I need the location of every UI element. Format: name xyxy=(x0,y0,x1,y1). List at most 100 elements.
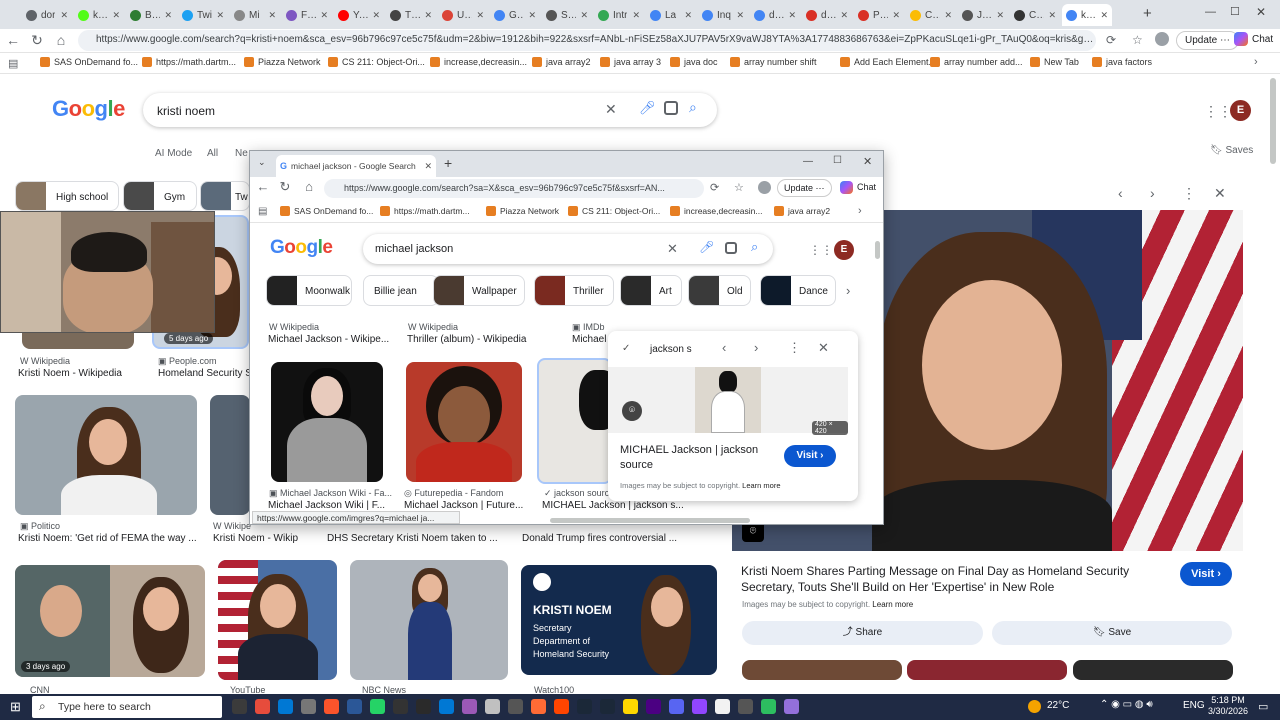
browser-tab[interactable]: Twi ✕ xyxy=(178,4,228,26)
next-icon[interactable]: › xyxy=(754,340,758,355)
close-tab-icon[interactable]: ✕ xyxy=(424,161,432,172)
search-icon[interactable]: ⌕ xyxy=(751,239,758,255)
bookmarks-more-icon[interactable]: › xyxy=(858,205,862,217)
filter-more[interactable]: Ne xyxy=(235,148,248,159)
bookmark-item[interactable]: https://math.dartm... xyxy=(142,57,236,67)
taskbar-app-icon[interactable] xyxy=(255,699,270,714)
search-box[interactable]: kristi noem ✕ 🎤︎ ⌕ xyxy=(143,93,717,127)
next-icon[interactable]: › xyxy=(1150,185,1155,201)
clock-date[interactable]: 3/30/2026 xyxy=(1205,706,1251,716)
browser-tab[interactable]: You ✕ xyxy=(334,4,384,26)
browser-tab[interactable]: Inq ✕ xyxy=(698,4,748,26)
inner-search-box[interactable]: michael jackson ✕ 🎤︎ ⌕ xyxy=(363,234,773,264)
account-avatar[interactable]: E xyxy=(1230,100,1251,121)
prev-icon[interactable]: ‹ xyxy=(722,340,726,355)
bookmark-item[interactable]: SAS OnDemand fo... xyxy=(40,57,138,67)
lens-icon[interactable]: ⌾ xyxy=(622,401,642,421)
chip-wallpaper[interactable]: Wallpaper xyxy=(433,275,525,306)
bookmark-item[interactable]: https://math.dartm... xyxy=(380,206,470,216)
close-tab-icon[interactable]: ✕ xyxy=(840,10,848,21)
bookmarks-more-icon[interactable]: › xyxy=(1254,56,1258,68)
browser-tab[interactable]: Proj✕ xyxy=(854,4,904,26)
browser-tab[interactable]: kick✕ xyxy=(74,4,124,26)
taskbar-app-icon[interactable] xyxy=(485,699,500,714)
browser-tab[interactable]: Cut ✕ xyxy=(906,4,956,26)
update-button[interactable]: Update ⋯ xyxy=(1176,31,1240,50)
popup-title[interactable]: MICHAEL Jackson | jackson source xyxy=(620,443,780,473)
horizontal-scrollbar[interactable] xyxy=(550,518,750,523)
taskbar-app-icon[interactable] xyxy=(301,699,316,714)
bookmark-item[interactable]: increase,decreasin... xyxy=(670,206,762,216)
close-icon[interactable]: ✕ xyxy=(1214,185,1226,202)
close-tab-icon[interactable]: ✕ xyxy=(424,10,432,21)
close-tab-icon[interactable]: ✕ xyxy=(736,10,744,21)
bookmark-item[interactable]: increase,decreasin... xyxy=(430,57,527,67)
taskbar-app-icon[interactable] xyxy=(324,699,339,714)
taskbar-app-icon[interactable] xyxy=(393,699,408,714)
taskbar-app-icon[interactable] xyxy=(715,699,730,714)
result-image-selected[interactable] xyxy=(537,358,612,484)
taskbar-app-icon[interactable] xyxy=(416,699,431,714)
browser-tab[interactable]: defi ✕ xyxy=(750,4,800,26)
close-tab-icon[interactable]: ✕ xyxy=(164,10,172,21)
bookmark-item[interactable]: array number add... xyxy=(930,57,1023,67)
language-indicator[interactable]: ENG xyxy=(1183,700,1205,711)
home-icon[interactable]: ⌂ xyxy=(52,32,70,48)
bookmark-menu-icon[interactable]: ▤ xyxy=(258,206,267,217)
bookmark-item[interactable]: CS 211: Object-Ori... xyxy=(328,57,425,67)
update-button[interactable]: Update ⋯ xyxy=(777,179,832,197)
chip-tw[interactable]: Tw xyxy=(200,181,250,211)
bookmark-item[interactable]: array number shift xyxy=(730,57,817,67)
taskbar-app-icon[interactable] xyxy=(600,699,615,714)
save-button[interactable]: 🔖︎ Save xyxy=(992,621,1232,645)
address-bar[interactable]: https://www.google.com/search?q=kristi+n… xyxy=(78,30,1096,51)
tab-list-icon[interactable]: ⌄ xyxy=(258,157,266,168)
back-icon[interactable]: ← xyxy=(4,32,22,48)
browser-tab[interactable]: The✕ xyxy=(386,4,436,26)
saves-link[interactable]: 🔖︎ Saves xyxy=(1210,145,1253,156)
taskbar-app-icon[interactable] xyxy=(462,699,477,714)
minimize-button[interactable]: — xyxy=(1205,6,1216,18)
close-tab-icon[interactable]: ✕ xyxy=(216,10,224,21)
close-tab-icon[interactable]: ✕ xyxy=(996,10,1004,21)
close-tab-icon[interactable]: ✕ xyxy=(268,10,276,21)
related-image[interactable] xyxy=(1073,660,1233,680)
preview-title[interactable]: Kristi Noem Shares Parting Message on Fi… xyxy=(741,563,1151,595)
chip-dance[interactable]: Dance xyxy=(760,275,836,306)
bookmark-item[interactable]: java factors xyxy=(1092,57,1152,67)
maximize-button[interactable]: ☐ xyxy=(833,155,842,166)
bookmark-item[interactable]: java doc xyxy=(670,57,718,67)
taskbar-app-icon[interactable] xyxy=(738,699,753,714)
reload-icon[interactable]: ↻ xyxy=(28,32,46,49)
copilot-icon[interactable] xyxy=(1234,32,1248,46)
chat-button[interactable]: Chat xyxy=(857,182,876,192)
bookmark-menu-icon[interactable]: ▤ xyxy=(8,57,18,70)
chips-next-icon[interactable]: › xyxy=(846,283,850,298)
vertical-scrollbar[interactable] xyxy=(875,241,880,259)
back-icon[interactable]: ← xyxy=(254,179,272,194)
filter-all[interactable]: All xyxy=(207,148,218,159)
taskbar-app-icon[interactable] xyxy=(669,699,684,714)
result-title[interactable]: DHS Secretary Kristi Noem taken to ... xyxy=(327,533,498,544)
result-image[interactable]: 3 days ago xyxy=(15,565,205,677)
learn-more-link[interactable]: Learn more xyxy=(742,481,780,490)
google-logo[interactable]: Google xyxy=(52,96,125,122)
close-tab-icon[interactable]: ✕ xyxy=(372,10,380,21)
result-title[interactable]: Michael Jackson | Future... xyxy=(404,500,523,511)
profile-avatar[interactable] xyxy=(1155,32,1169,46)
profile-avatar[interactable] xyxy=(758,181,771,194)
bookmark-item[interactable]: CS 211: Object-Ori... xyxy=(568,206,660,216)
chip-art[interactable]: Art xyxy=(620,275,682,306)
inner-tab[interactable]: G michael jackson - Google Search ✕ xyxy=(276,155,436,177)
browser-tab[interactable]: Spe✕ xyxy=(542,4,592,26)
search-query[interactable]: michael jackson xyxy=(375,243,453,255)
taskbar-app-icon[interactable] xyxy=(554,699,569,714)
close-tab-icon[interactable]: ✕ xyxy=(528,10,536,21)
google-logo[interactable]: Google xyxy=(270,237,333,259)
favorites-icon[interactable]: ☆ xyxy=(734,181,744,194)
result-title[interactable]: Thriller (album) - Wikipedia xyxy=(407,334,526,345)
browser-tab[interactable]: Goo✕ xyxy=(490,4,540,26)
browser-tab[interactable]: des ✕ xyxy=(802,4,852,26)
weather-icon[interactable] xyxy=(1028,700,1041,713)
result-title[interactable]: Kristi Noem - Wikip xyxy=(213,533,298,544)
